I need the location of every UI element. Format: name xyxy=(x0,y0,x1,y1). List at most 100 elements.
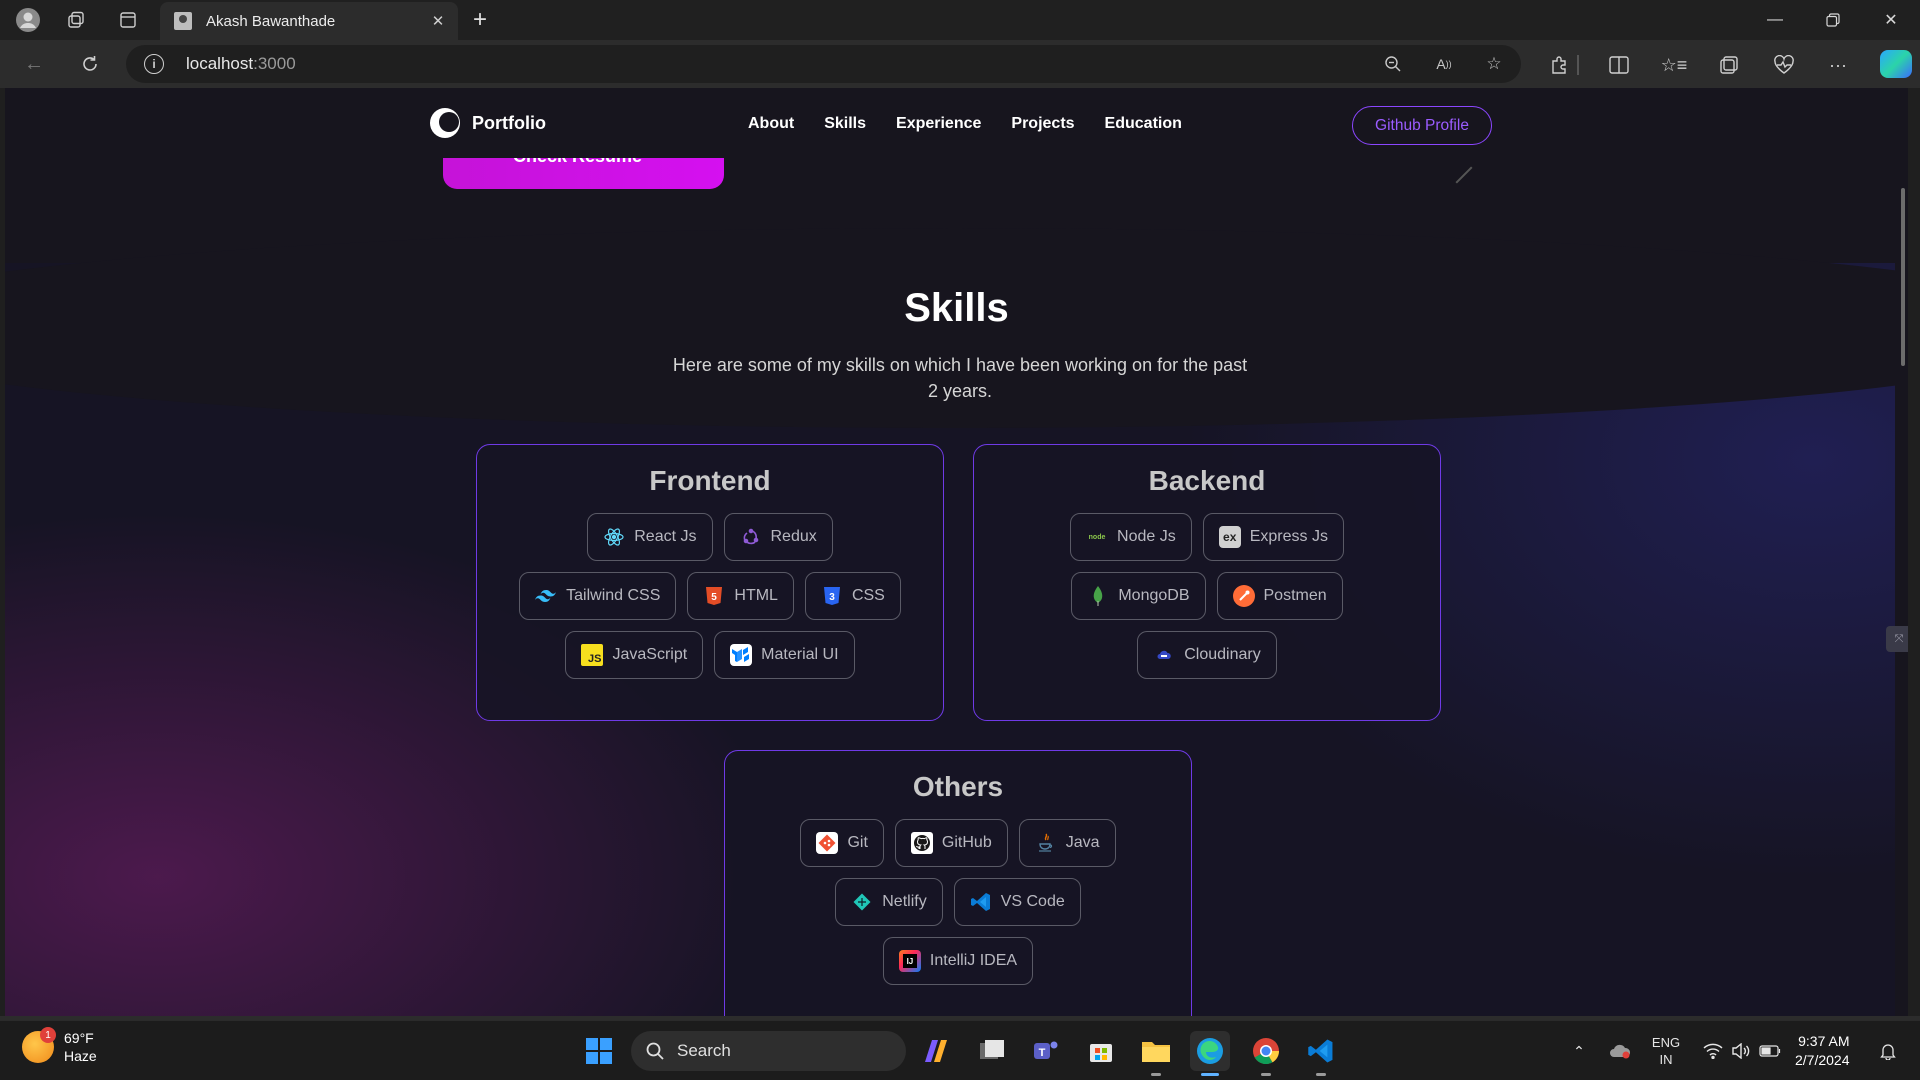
battery-icon[interactable] xyxy=(1757,1031,1783,1071)
read-aloud-icon[interactable]: A)) xyxy=(1431,52,1457,76)
skill-chip-postman[interactable]: Postmen xyxy=(1216,572,1343,620)
browser-essentials-icon[interactable] xyxy=(1770,52,1798,78)
workspaces-icon[interactable] xyxy=(62,6,90,34)
language-indicator[interactable]: ENG IN xyxy=(1648,1031,1684,1071)
nav-link-projects[interactable]: Projects xyxy=(1011,115,1074,133)
chip-row: Netlify VS Code xyxy=(725,878,1191,926)
toolbar-divider xyxy=(1577,55,1579,75)
tab-favicon-icon xyxy=(174,12,192,30)
express-icon: ex xyxy=(1218,526,1241,548)
tray-overflow-icon[interactable]: ⌃ xyxy=(1568,1031,1590,1071)
skill-chip-css[interactable]: 3 CSS xyxy=(804,572,901,620)
skill-chip-vscode[interactable]: VS Code xyxy=(953,878,1081,926)
chrome-icon[interactable] xyxy=(1246,1031,1286,1071)
github-profile-button[interactable]: Github Profile xyxy=(1352,106,1492,145)
java-icon xyxy=(1035,832,1057,854)
skill-chip-netlify[interactable]: Netlify xyxy=(835,878,943,926)
page-scrollbar[interactable] xyxy=(1895,88,1908,1016)
skill-label: Postmen xyxy=(1263,587,1327,604)
url-text[interactable]: localhost:3000 xyxy=(186,54,296,74)
skill-chip-nodejs[interactable]: node Node Js xyxy=(1070,513,1192,561)
copilot-icon[interactable] xyxy=(1880,50,1912,78)
onedrive-icon[interactable] xyxy=(1606,1031,1634,1071)
check-resume-label: Check Resume xyxy=(513,158,642,167)
backend-chips: node Node Js ex Express Js MongoDB Postm… xyxy=(974,513,1440,679)
css-icon: 3 xyxy=(821,585,843,607)
sidebar-collapse-icon[interactable]: ⤧ xyxy=(1886,626,1908,652)
weather-widget[interactable]: 1 69°F Haze xyxy=(22,1027,97,1065)
skill-chip-material-ui[interactable]: Material UI xyxy=(714,631,855,679)
start-icon[interactable] xyxy=(579,1031,619,1071)
favorites-icon[interactable]: ☆≡ xyxy=(1660,52,1688,78)
svg-text:3: 3 xyxy=(829,592,835,603)
tab-close-icon[interactable]: ✕ xyxy=(426,9,450,33)
edge-icon[interactable] xyxy=(1190,1031,1230,1071)
mongodb-icon xyxy=(1087,585,1109,607)
skill-label: Cloudinary xyxy=(1184,646,1261,663)
nodejs-icon: node xyxy=(1088,533,1106,541)
restore-icon[interactable] xyxy=(1804,0,1862,40)
skill-chip-tailwind[interactable]: Tailwind CSS xyxy=(519,572,677,620)
cloudinary-icon xyxy=(1153,644,1175,666)
nav-link-skills[interactable]: Skills xyxy=(824,115,866,133)
back-icon[interactable]: ← xyxy=(18,50,50,78)
nav-link-education[interactable]: Education xyxy=(1105,115,1182,133)
skill-chip-javascript[interactable]: JS JavaScript xyxy=(565,631,704,679)
wifi-icon[interactable] xyxy=(1700,1031,1726,1071)
site-logo[interactable]: Portfolio xyxy=(430,108,546,138)
favorite-star-icon[interactable]: ☆ xyxy=(1481,52,1507,76)
url-host: localhost xyxy=(186,54,254,73)
store-icon[interactable] xyxy=(1081,1031,1121,1071)
redux-icon xyxy=(740,526,762,548)
skill-chip-redux[interactable]: Redux xyxy=(723,513,833,561)
browser-toolbar: ← i localhost:3000 A)) ☆ ☆≡ ··· xyxy=(0,40,1920,88)
tab-title: Akash Bawanthade xyxy=(206,12,336,30)
weather-badge: 1 xyxy=(40,1027,56,1043)
file-explorer-icon[interactable] xyxy=(1136,1031,1176,1071)
zoom-icon[interactable] xyxy=(1380,52,1406,76)
profile-avatar-icon[interactable] xyxy=(14,6,42,34)
active-tab[interactable]: Akash Bawanthade ✕ xyxy=(160,2,458,40)
skill-label: JavaScript xyxy=(612,646,688,663)
logo-icon xyxy=(430,108,460,138)
check-resume-button[interactable]: Check Resume xyxy=(443,158,724,189)
skill-chip-cloudinary[interactable]: Cloudinary xyxy=(1137,631,1277,679)
volume-icon[interactable] xyxy=(1728,1031,1754,1071)
skill-chip-intellij[interactable]: IJ IntelliJ IDEA xyxy=(882,937,1034,985)
search-icon xyxy=(645,1041,665,1061)
refresh-icon[interactable] xyxy=(74,50,106,78)
copilot-preview-icon[interactable] xyxy=(916,1031,956,1071)
skill-chip-html[interactable]: 5 HTML xyxy=(687,572,794,620)
task-view-icon[interactable] xyxy=(972,1031,1012,1071)
skill-label: Java xyxy=(1065,834,1100,851)
skill-chip-git[interactable]: Git xyxy=(800,819,884,867)
skill-chip-react[interactable]: React Js xyxy=(587,513,713,561)
svg-text:T: T xyxy=(1039,1047,1046,1059)
clock-time: 9:37 AM xyxy=(1798,1033,1850,1049)
more-menu-icon[interactable]: ··· xyxy=(1824,52,1852,78)
system-clock[interactable]: 9:37 AM 2/7/2024 xyxy=(1795,1032,1850,1070)
skill-chip-java[interactable]: Java xyxy=(1018,819,1116,867)
vscode-taskbar-icon[interactable] xyxy=(1301,1031,1341,1071)
extensions-icon[interactable] xyxy=(1545,52,1573,78)
notifications-bell-icon[interactable] xyxy=(1876,1031,1900,1071)
teams-icon[interactable]: T xyxy=(1026,1031,1066,1071)
skill-chip-github[interactable]: GitHub xyxy=(894,819,1008,867)
address-bar[interactable]: i localhost:3000 A)) ☆ xyxy=(126,45,1521,83)
close-window-icon[interactable]: ✕ xyxy=(1862,0,1920,40)
skill-chip-express[interactable]: ex Express Js xyxy=(1202,513,1344,561)
skill-label: IntelliJ IDEA xyxy=(929,952,1018,969)
taskbar-search[interactable]: Search xyxy=(631,1031,906,1071)
new-tab-icon[interactable]: + xyxy=(466,6,494,34)
split-screen-icon[interactable] xyxy=(1605,52,1633,78)
skill-chip-mongodb[interactable]: MongoDB xyxy=(1071,572,1206,620)
collections-icon[interactable] xyxy=(1715,52,1743,78)
tab-actions-icon[interactable] xyxy=(114,6,142,34)
nav-link-experience[interactable]: Experience xyxy=(896,115,981,133)
minimize-icon[interactable]: — xyxy=(1746,0,1804,40)
scrollbar-thumb[interactable] xyxy=(1901,188,1905,366)
nav-link-about[interactable]: About xyxy=(748,115,794,133)
skill-label: Redux xyxy=(770,528,817,545)
skill-label: CSS xyxy=(851,587,885,604)
site-info-icon[interactable]: i xyxy=(144,54,164,74)
